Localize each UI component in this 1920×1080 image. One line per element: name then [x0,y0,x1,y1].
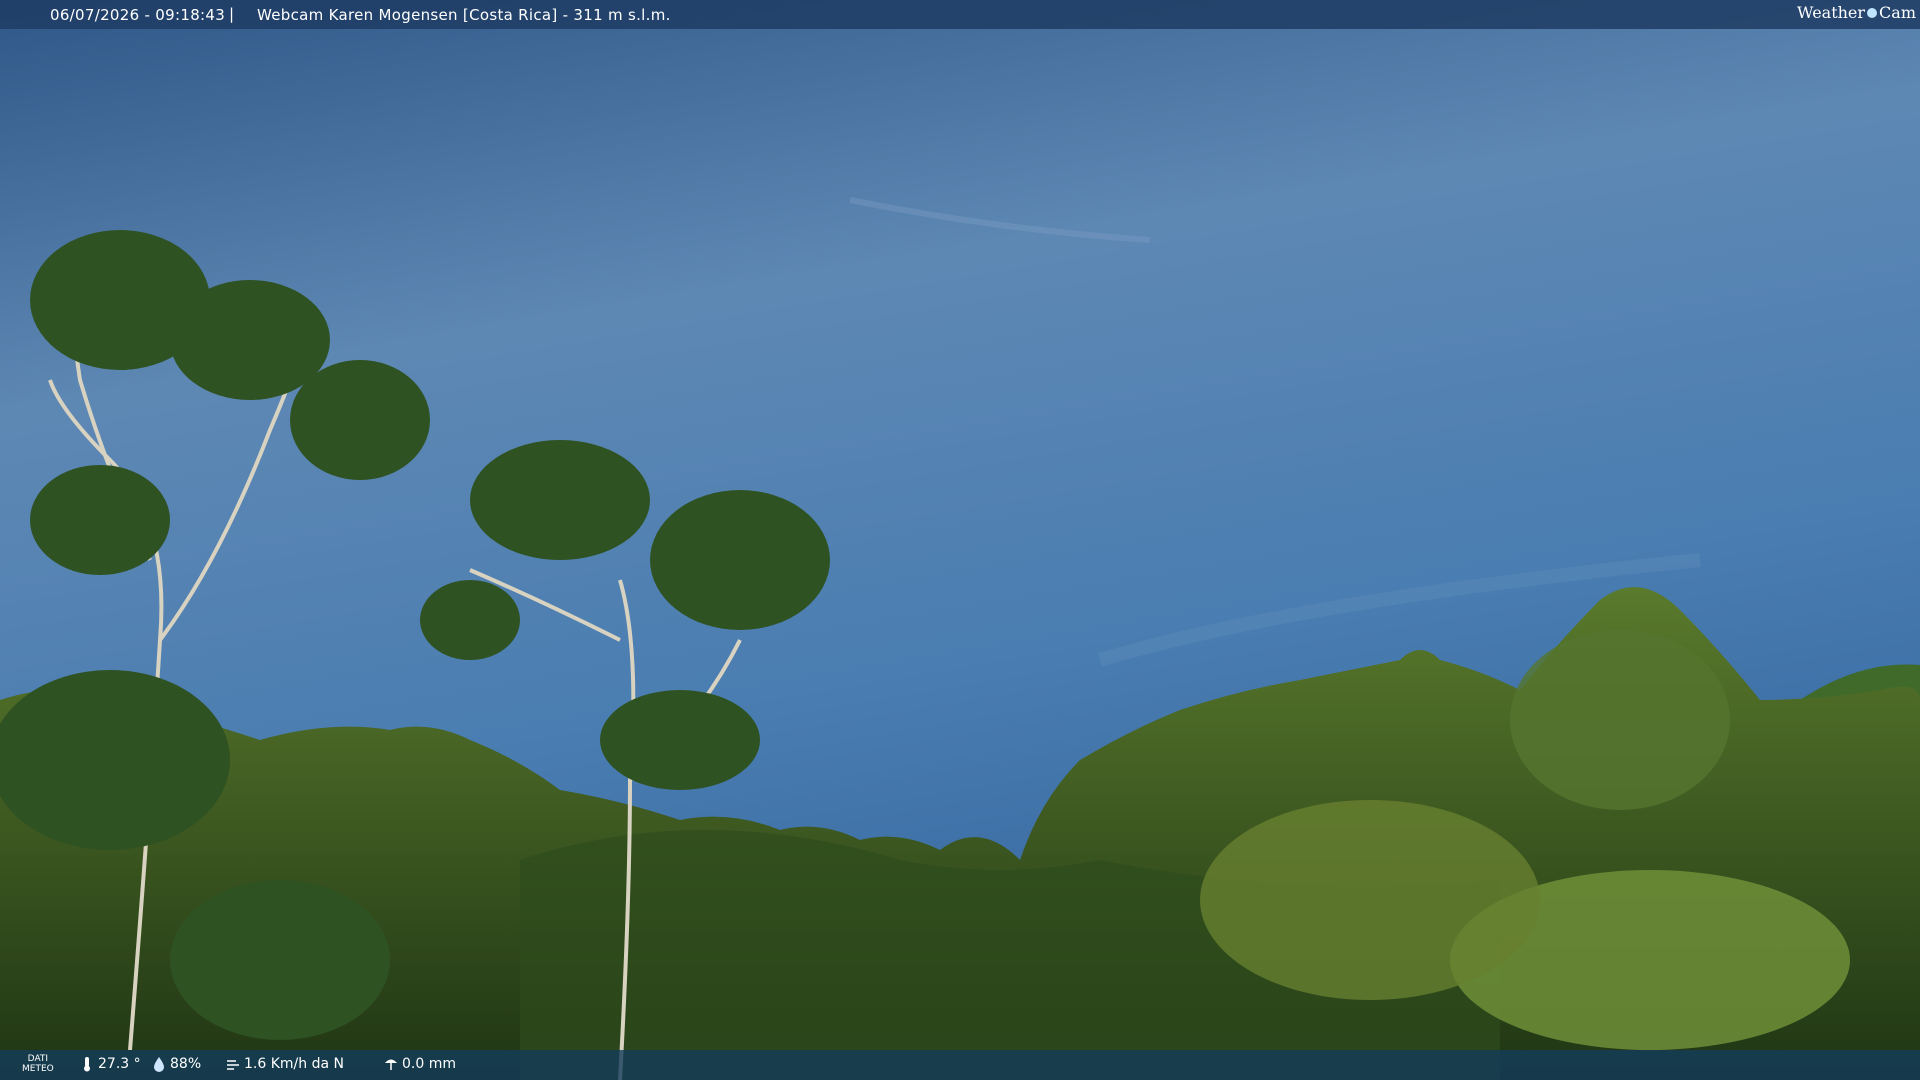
separator: | [229,5,235,23]
temperature-value: 27.3 ° [98,1056,141,1072]
webcam-image [0,0,1920,1080]
humidity-icon [154,1057,164,1072]
humidity-value: 88% [170,1056,202,1072]
temperature-item: 27.3 ° [80,1056,141,1072]
humidity-item: 88% [152,1056,201,1072]
wind-value: 1.6 Km/h da N [244,1056,344,1072]
logo-dot [1867,8,1878,18]
top-info-bar: 06/07/2026 - 09:18:43 | Webcam Karen Mog… [0,0,1920,29]
wind-icon [227,1060,239,1070]
weather-label: DATI METEO [22,1054,54,1074]
rain-value: 0.0 mm [402,1056,456,1072]
label-line1: DATI [27,1054,49,1064]
datetime: 06/07/2026 - 09:18:43 [50,6,226,24]
logo-text-right: Cam [1879,3,1916,22]
rain-icon [385,1059,397,1070]
rain-item: 0.0 mm [384,1056,456,1072]
wind-item: 1.6 Km/h da N [226,1056,344,1072]
label-line2: METEO [22,1064,54,1074]
logo-text-left: Weather [1797,3,1866,22]
weather-data-bar: DATI METEO 27.3 ° 88% 1.6 Km/h da N 0.0 … [0,1050,1920,1080]
weathercam-logo: Weather Cam [1797,3,1916,22]
thermometer-icon [84,1057,90,1072]
webcam-title: Webcam Karen Mogensen [Costa Rica] - 311… [257,6,671,24]
